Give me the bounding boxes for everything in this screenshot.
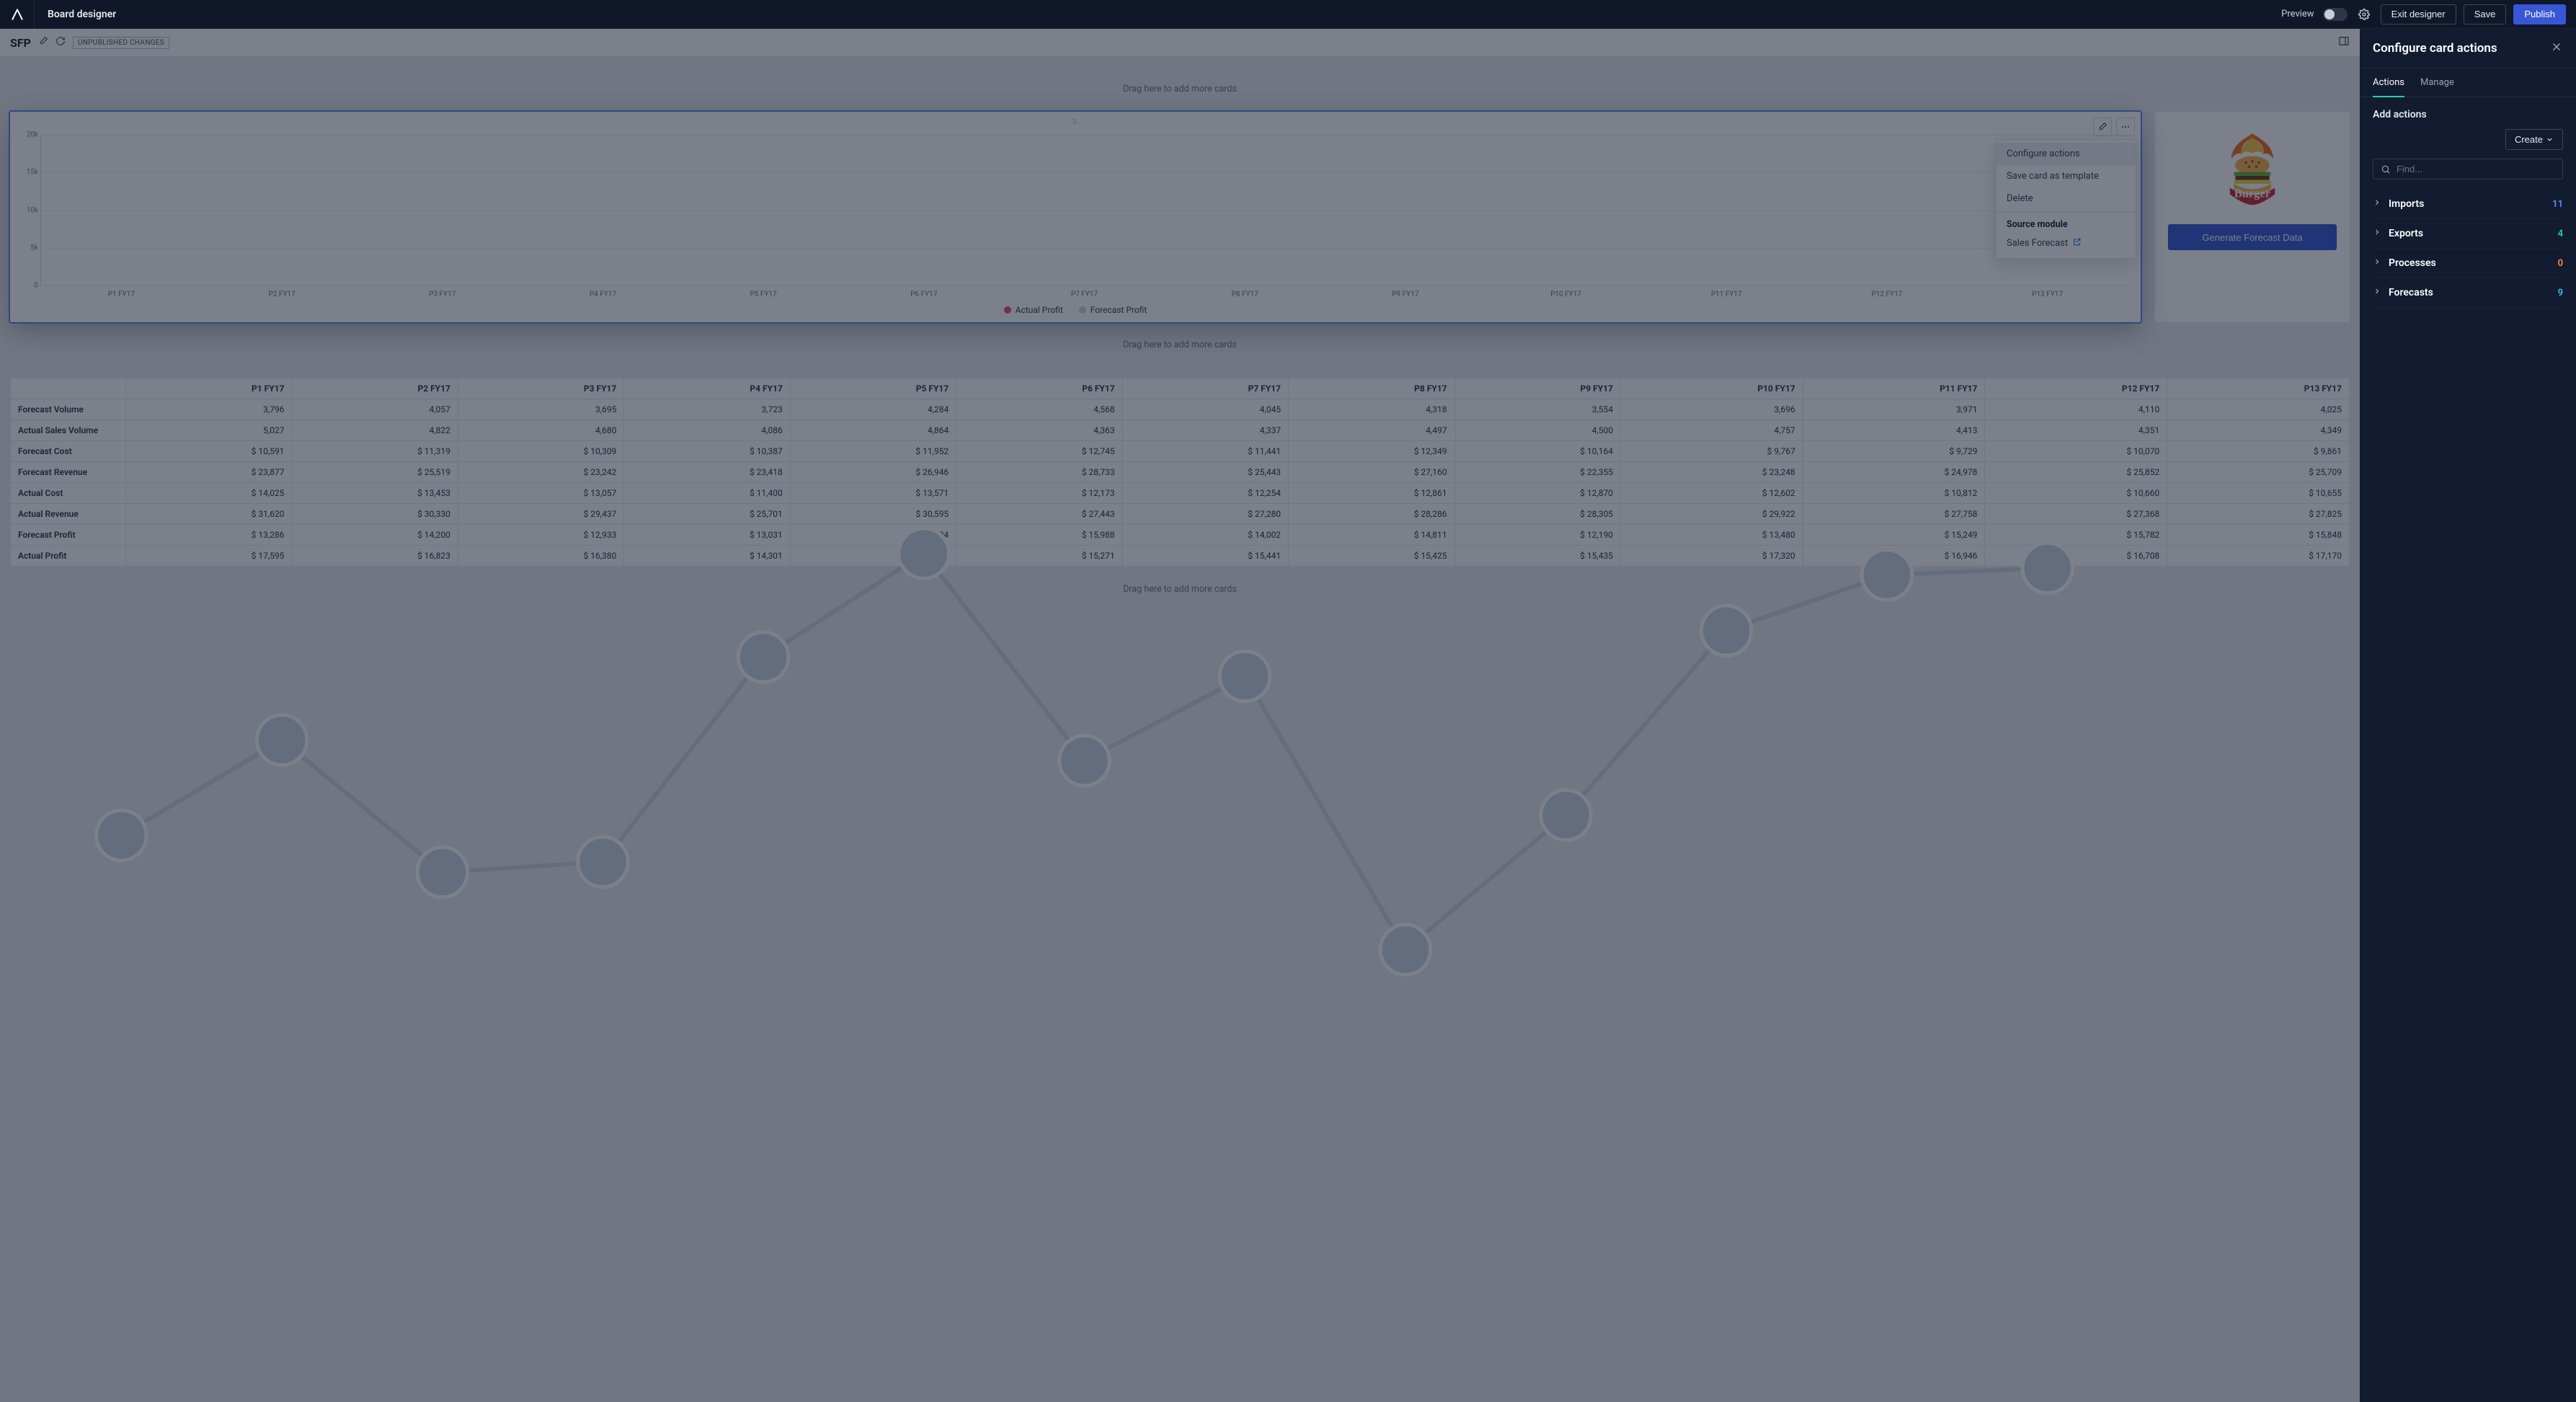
y-tick: 10k (21, 206, 38, 214)
config-panel: Configure card actions Actions Manage Ad… (2360, 29, 2576, 1402)
topbar: Board designer Preview Exit designer Sav… (0, 0, 2576, 29)
open-external-icon (2072, 237, 2082, 249)
accordion-item-exports[interactable]: Exports 4 (2373, 219, 2563, 249)
menu-save-template[interactable]: Save card as template (1997, 165, 2136, 187)
accordion-label: Exports (2389, 228, 2423, 239)
table-cell: $ 27,825 (2167, 504, 2350, 525)
app-logo[interactable] (0, 0, 35, 29)
save-button[interactable]: Save (2464, 4, 2507, 25)
chevron-right-icon (2373, 198, 2381, 210)
unpublished-badge: UNPUBLISHED CHANGES (73, 37, 169, 49)
menu-source-module-label: Source module (1997, 215, 2136, 231)
table-cell: 4,025 (2167, 399, 2350, 420)
table-cell: $ 9,861 (2167, 441, 2350, 462)
y-tick: 0 (21, 282, 38, 290)
table-cell: $ 15,848 (2167, 525, 2350, 546)
edit-name-icon[interactable] (38, 36, 48, 49)
refresh-icon[interactable] (55, 36, 66, 49)
image-action-card: Burger Generate Forecast Data (2155, 112, 2350, 322)
accordion-count: 4 (2558, 229, 2563, 239)
accordion-label: Imports (2389, 198, 2424, 210)
edit-card-icon[interactable] (2093, 117, 2112, 136)
tab-actions[interactable]: Actions (2373, 68, 2404, 97)
accordion-count: 9 (2558, 288, 2563, 298)
tab-manage[interactable]: Manage (2420, 68, 2454, 97)
table-cell: $ 10,655 (2167, 483, 2350, 504)
drop-zone-top[interactable]: Drag here to add more cards (10, 66, 2350, 112)
accordion-item-imports[interactable]: Imports 11 (2373, 190, 2563, 219)
card-context-menu: Configure actions Save card as template … (1996, 139, 2136, 259)
chevron-right-icon (2373, 287, 2381, 298)
generate-forecast-button[interactable]: Generate Forecast Data (2168, 224, 2337, 250)
chart-plot: 05k10k15k20kP1 FY17P2 FY17P3 FY17P4 FY17… (40, 135, 2128, 286)
preview-toggle[interactable] (2323, 8, 2348, 21)
preview-label: Preview (2281, 9, 2314, 19)
accordion-count: 0 (2558, 258, 2563, 269)
board-subheader: SFP UNPUBLISHED CHANGES (0, 29, 2360, 56)
menu-source-link[interactable]: Sales Forecast (1997, 231, 2136, 255)
brand-image: Burger (2209, 125, 2296, 211)
toggle-panel-icon[interactable] (2338, 35, 2350, 50)
gear-icon[interactable] (2355, 5, 2373, 24)
drag-handle-icon[interactable]: ⠿ (1072, 119, 1078, 127)
chart-card[interactable]: ⠿ Configure actions Save card as templat… (10, 112, 2141, 322)
accordion-item-processes[interactable]: Processes 0 (2373, 249, 2563, 278)
add-actions-label: Add actions (2373, 109, 2563, 120)
y-tick: 20k (21, 131, 38, 139)
close-icon[interactable] (2550, 40, 2563, 56)
card-more-icon[interactable] (2116, 117, 2135, 136)
create-button[interactable]: Create (2505, 129, 2563, 150)
search-input-wrap[interactable] (2373, 159, 2563, 179)
menu-configure-actions[interactable]: Configure actions (1997, 143, 2136, 165)
main-canvas: SFP UNPUBLISHED CHANGES Drag here to add… (0, 29, 2360, 1402)
board-name: SFP (10, 36, 31, 50)
table-cell: $ 25,709 (2167, 462, 2350, 483)
config-panel-title: Configure card actions (2373, 41, 2497, 56)
page-title: Board designer (35, 9, 129, 20)
accordion-label: Processes (2389, 257, 2436, 269)
chevron-right-icon (2373, 257, 2381, 269)
exit-designer-button[interactable]: Exit designer (2381, 4, 2456, 25)
search-input[interactable] (2397, 164, 2555, 174)
accordion-label: Forecasts (2389, 287, 2433, 298)
table-cell: $ 17,170 (2167, 546, 2350, 567)
table-cell: 4,349 (2167, 420, 2350, 441)
accordion-item-forecasts[interactable]: Forecasts 9 (2373, 278, 2563, 308)
svg-text:Burger: Burger (2234, 186, 2270, 200)
y-tick: 5k (21, 244, 38, 252)
table-column-header: P13 FY17 (2167, 378, 2350, 399)
search-icon (2381, 164, 2391, 174)
accordion-count: 11 (2552, 199, 2563, 210)
chevron-down-icon (2546, 136, 2554, 143)
publish-button[interactable]: Publish (2513, 4, 2566, 25)
y-tick: 15k (21, 169, 38, 177)
chevron-right-icon (2373, 228, 2381, 239)
menu-delete[interactable]: Delete (1997, 187, 2136, 210)
